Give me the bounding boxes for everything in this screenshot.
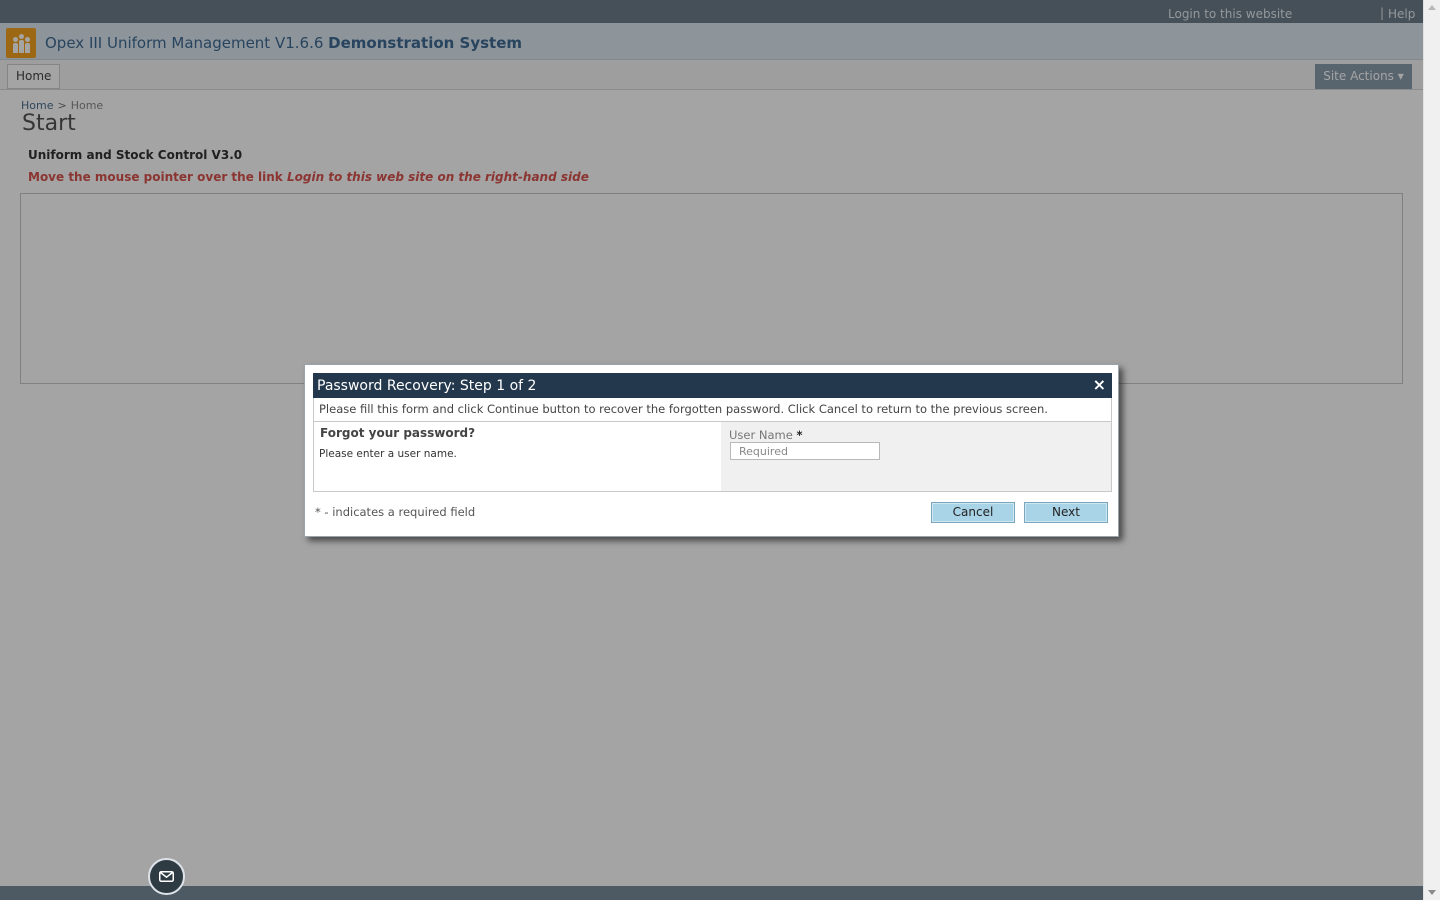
scroll-up-arrow-icon[interactable] bbox=[1428, 5, 1436, 10]
form-section-fields: User Name * bbox=[721, 422, 1111, 491]
envelope-icon bbox=[159, 871, 174, 882]
cancel-button[interactable]: Cancel bbox=[931, 502, 1015, 523]
dialog-form-body: Forgot your password? Please enter a use… bbox=[313, 421, 1112, 492]
section-description: Please enter a user name. bbox=[319, 448, 457, 460]
dialog-description: Please fill this form and click Continue… bbox=[313, 398, 1112, 422]
bottom-bar bbox=[0, 886, 1423, 900]
vertical-scrollbar[interactable] bbox=[1423, 0, 1440, 900]
required-field-note: * - indicates a required field bbox=[315, 505, 476, 519]
scroll-down-arrow-icon[interactable] bbox=[1428, 890, 1436, 895]
dialog-title: Password Recovery: Step 1 of 2 bbox=[317, 378, 537, 394]
required-marker: * bbox=[796, 428, 803, 442]
dialog-header: Password Recovery: Step 1 of 2 × bbox=[313, 373, 1112, 398]
section-title: Forgot your password? bbox=[320, 426, 476, 440]
form-section-info: Forgot your password? Please enter a use… bbox=[314, 422, 721, 491]
feedback-mail-button[interactable] bbox=[148, 858, 185, 895]
user-name-label: User Name * bbox=[729, 428, 802, 442]
password-recovery-dialog: Password Recovery: Step 1 of 2 × Please … bbox=[304, 364, 1119, 537]
user-name-input[interactable] bbox=[730, 442, 880, 460]
close-icon[interactable]: × bbox=[1093, 376, 1106, 394]
user-name-label-text: User Name bbox=[729, 428, 793, 442]
next-button[interactable]: Next bbox=[1024, 502, 1108, 523]
